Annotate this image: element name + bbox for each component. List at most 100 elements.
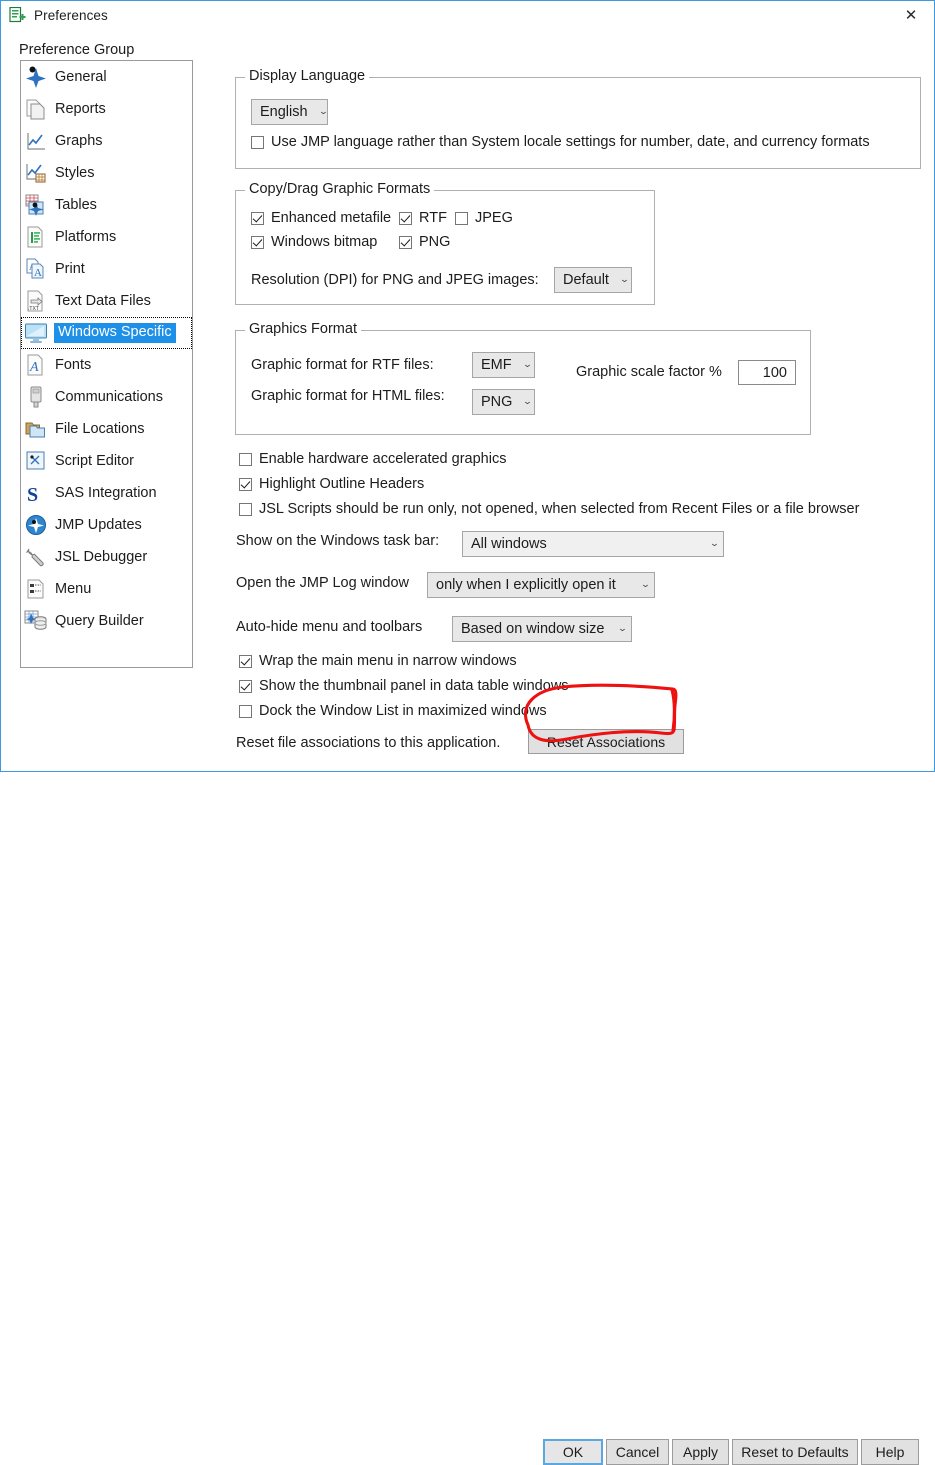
- autohide-select[interactable]: Based on window size ⌄: [452, 616, 632, 642]
- thumbnail-panel-checkbox[interactable]: [239, 680, 252, 693]
- sidebar-item-fonts[interactable]: A Fonts: [21, 349, 192, 381]
- sidebar-item-menu[interactable]: Menu: [21, 573, 192, 605]
- thumbnail-panel-row[interactable]: Show the thumbnail panel in data table w…: [239, 678, 569, 694]
- resolution-label: Resolution (DPI) for PNG and JPEG images…: [251, 272, 539, 288]
- windows-bitmap-checkbox[interactable]: [251, 236, 264, 249]
- sidebar-item-text-data-files[interactable]: .TXT Text Data Files: [21, 285, 192, 317]
- sidebar-item-label: Windows Specific: [54, 323, 176, 343]
- jpeg-label: JPEG: [475, 210, 513, 226]
- txt-file-icon: .TXT: [23, 288, 49, 314]
- group-title: Graphics Format: [245, 321, 361, 337]
- log-window-select[interactable]: only when I explicitly open it ⌄: [427, 572, 655, 598]
- sidebar-item-label: Reports: [55, 101, 106, 117]
- usb-plug-icon: [23, 384, 49, 410]
- dock-window-list-checkbox[interactable]: [239, 705, 252, 718]
- jsl-run-only-row[interactable]: JSL Scripts should be run only, not open…: [239, 501, 859, 517]
- html-format-select[interactable]: PNG ⌄: [472, 389, 535, 415]
- sidebar-item-sas-integration[interactable]: S SAS Integration: [21, 477, 192, 509]
- use-jmp-language-checkbox[interactable]: [251, 136, 264, 149]
- cancel-button[interactable]: Cancel: [606, 1439, 669, 1465]
- chart-styles-icon: [23, 160, 49, 186]
- sidebar-item-windows-specific[interactable]: Windows Specific: [21, 317, 192, 349]
- taskbar-select[interactable]: All windows ⌄: [462, 531, 724, 557]
- display-language-select[interactable]: English ⌄: [251, 99, 328, 125]
- preferences-document-icon: [9, 7, 26, 24]
- sidebar-item-script-editor[interactable]: Script Editor: [21, 445, 192, 477]
- sidebar-item-query-builder[interactable]: Query Builder: [21, 605, 192, 637]
- preference-group-list[interactable]: General Reports Graphs: [20, 60, 193, 668]
- print-a-icon: A A: [23, 256, 49, 282]
- sidebar-item-file-locations[interactable]: File Locations: [21, 413, 192, 445]
- close-icon[interactable]: ✕: [888, 1, 934, 29]
- display-language-value: English: [260, 104, 308, 120]
- windows-bitmap-row[interactable]: Windows bitmap: [251, 234, 377, 250]
- highlight-outline-checkbox[interactable]: [239, 478, 252, 491]
- table-star-icon: [23, 192, 49, 218]
- hardware-accel-row[interactable]: Enable hardware accelerated graphics: [239, 451, 506, 467]
- sidebar-item-general[interactable]: General: [21, 61, 192, 93]
- png-checkbox[interactable]: [399, 236, 412, 249]
- rtf-checkbox[interactable]: [399, 212, 412, 225]
- group-title: Display Language: [245, 68, 369, 84]
- jpeg-row[interactable]: JPEG: [455, 210, 513, 226]
- sidebar-item-label: Text Data Files: [55, 293, 151, 309]
- png-label: PNG: [419, 234, 450, 250]
- jpeg-checkbox[interactable]: [455, 212, 468, 225]
- apply-button[interactable]: Apply: [672, 1439, 729, 1465]
- enhanced-metafile-row[interactable]: Enhanced metafile: [251, 210, 391, 226]
- highlight-outline-row[interactable]: Highlight Outline Headers: [239, 476, 424, 492]
- sidebar-item-label: SAS Integration: [55, 485, 157, 501]
- dialog-body: Preference Group General: [1, 30, 934, 771]
- jsl-run-only-label: JSL Scripts should be run only, not open…: [259, 501, 859, 517]
- wrap-menu-label: Wrap the main menu in narrow windows: [259, 653, 517, 669]
- enhanced-metafile-label: Enhanced metafile: [271, 210, 391, 226]
- sidebar-item-print[interactable]: A A Print: [21, 253, 192, 285]
- chevron-down-icon: ⌄: [509, 360, 533, 370]
- rtf-format-label: Graphic format for RTF files:: [251, 357, 434, 373]
- ok-button[interactable]: OK: [543, 1439, 603, 1465]
- documents-icon: [23, 96, 49, 122]
- sidebar-item-platforms[interactable]: Platforms: [21, 221, 192, 253]
- script-editor-icon: [23, 448, 49, 474]
- resolution-select[interactable]: Default ⌄: [554, 267, 632, 293]
- sidebar-item-label: Query Builder: [55, 613, 144, 629]
- rtf-format-select[interactable]: EMF ⌄: [472, 352, 535, 378]
- reset-to-defaults-button[interactable]: Reset to Defaults: [732, 1439, 858, 1465]
- taskbar-label: Show on the Windows task bar:: [236, 533, 439, 549]
- sidebar-item-tables[interactable]: Tables: [21, 189, 192, 221]
- sidebar-item-label: Script Editor: [55, 453, 134, 469]
- enhanced-metafile-checkbox[interactable]: [251, 212, 264, 225]
- use-jmp-language-row[interactable]: Use JMP language rather than System loca…: [251, 134, 870, 150]
- log-window-label: Open the JMP Log window: [236, 575, 409, 591]
- dock-window-list-label: Dock the Window List in maximized window…: [259, 703, 547, 719]
- wrap-menu-row[interactable]: Wrap the main menu in narrow windows: [239, 653, 517, 669]
- platforms-document-icon: [23, 224, 49, 250]
- wrench-icon: [23, 544, 49, 570]
- rtf-row[interactable]: RTF: [399, 210, 447, 226]
- jsl-run-only-checkbox[interactable]: [239, 503, 252, 516]
- windows-bitmap-label: Windows bitmap: [271, 234, 377, 250]
- html-format-label: Graphic format for HTML files:: [251, 388, 445, 404]
- dock-window-list-row[interactable]: Dock the Window List in maximized window…: [239, 703, 547, 719]
- sidebar-item-label: General: [55, 69, 107, 85]
- png-row[interactable]: PNG: [399, 234, 450, 250]
- sidebar-item-graphs[interactable]: Graphs: [21, 125, 192, 157]
- sidebar-item-communications[interactable]: Communications: [21, 381, 192, 413]
- group-title: Copy/Drag Graphic Formats: [245, 181, 434, 197]
- scale-factor-input[interactable]: 100: [738, 360, 796, 385]
- sidebar-item-label: Fonts: [55, 357, 91, 373]
- menu-list-icon: [23, 576, 49, 602]
- sidebar-item-jmp-updates[interactable]: JMP Updates: [21, 509, 192, 541]
- use-jmp-language-label: Use JMP language rather than System loca…: [271, 134, 870, 150]
- highlight-outline-label: Highlight Outline Headers: [259, 476, 424, 492]
- sidebar-item-label: Styles: [55, 165, 95, 181]
- sidebar-item-styles[interactable]: Styles: [21, 157, 192, 189]
- sidebar-item-label: File Locations: [55, 421, 144, 437]
- sidebar-item-reports[interactable]: Reports: [21, 93, 192, 125]
- sidebar-item-jsl-debugger[interactable]: JSL Debugger: [21, 541, 192, 573]
- help-button[interactable]: Help: [861, 1439, 919, 1465]
- wrap-menu-checkbox[interactable]: [239, 655, 252, 668]
- display-language-group: Display Language: [235, 77, 921, 169]
- window-title: Preferences: [34, 8, 108, 23]
- hardware-accel-checkbox[interactable]: [239, 453, 252, 466]
